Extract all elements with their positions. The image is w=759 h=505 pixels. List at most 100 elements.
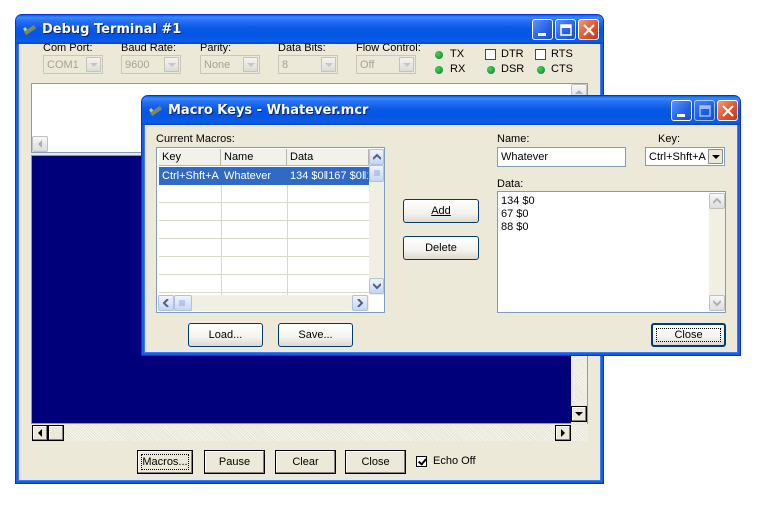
arrow-down-icon (713, 300, 721, 307)
flow-control-value: Off (360, 59, 375, 71)
parity-value: None (204, 59, 231, 71)
macro-close-window-button[interactable] (717, 100, 738, 121)
macro-data-textarea[interactable]: 134 $0 67 $0 88 $0 (497, 191, 726, 313)
maximize-icon (699, 105, 711, 117)
close-icon (583, 24, 595, 36)
macro-list-header-name[interactable]: Name (221, 149, 287, 166)
grip-icon (179, 300, 185, 306)
receive-scroll-right-button[interactable] (555, 425, 571, 441)
rts-label: RTS (551, 48, 573, 60)
macro-list-scroll-right-button[interactable] (352, 295, 368, 311)
echo-off-checkbox[interactable] (416, 456, 427, 467)
macro-close-button[interactable]: Close (651, 323, 726, 347)
macro-minimize-button[interactable] (671, 100, 692, 121)
data-bits-value: 8 (282, 59, 289, 71)
close-window-button[interactable] (578, 19, 599, 40)
flow-control-select: Off (356, 55, 416, 74)
data-scroll-up-button[interactable] (709, 193, 725, 209)
baud-rate-value: 9600 (125, 59, 150, 71)
key-label: Key: (658, 133, 681, 145)
chevron-down-icon (708, 149, 723, 164)
macro-list[interactable]: Key Name Data Ctrl+Shft+A Whatever 134 $… (156, 147, 385, 313)
data-line: 88 $0 (501, 221, 529, 233)
rx-led-icon (435, 66, 443, 74)
pause-button[interactable]: Pause (204, 450, 265, 474)
macro-list-scroll-thumb[interactable] (369, 165, 384, 182)
data-bits-label: Data Bits: (278, 42, 326, 54)
baud-rate-select: 9600 (121, 55, 181, 74)
delete-macro-button[interactable]: Delete (403, 236, 479, 260)
data-bits-select: 8 (278, 55, 338, 74)
maximize-icon (560, 24, 572, 36)
cts-label: CTS (551, 63, 573, 75)
grip-icon (374, 170, 380, 176)
flow-control-label: Flow Control: (356, 42, 421, 54)
macro-list-header-data[interactable]: Data (287, 149, 369, 166)
column-data-label: Data (290, 151, 314, 163)
arrow-down-icon (575, 412, 583, 416)
save-macros-button[interactable]: Save... (278, 323, 353, 347)
close-icon (722, 105, 734, 117)
row-data-cell: 134 $0‖167 $0‖188 (290, 170, 368, 182)
macro-list-header-key[interactable]: Key (159, 149, 221, 166)
macro-list-scroll-down-button[interactable] (369, 278, 384, 294)
parity-label: Parity: (200, 42, 232, 54)
transmit-scroll-left-button[interactable] (32, 136, 48, 152)
macro-keys-title: Macro Keys - Whatever.mcr (168, 103, 369, 118)
receive-horizontal-scrollbar[interactable] (32, 425, 588, 441)
column-name-label: Name (224, 151, 254, 163)
arrow-down-icon (373, 283, 381, 290)
parallax-chip-icon (149, 105, 163, 116)
debug-terminal-titlebar[interactable]: Debug Terminal #1 (16, 15, 603, 44)
data-line: 67 $0 (501, 208, 529, 220)
grid-lines (159, 185, 369, 295)
debug-terminal-title: Debug Terminal #1 (42, 22, 182, 37)
macro-key-select[interactable]: Ctrl+Shft+A (645, 147, 725, 166)
clear-button[interactable]: Clear (275, 450, 336, 474)
receive-scroll-down-button[interactable] (571, 406, 587, 422)
macro-list-scroll-up-button[interactable] (369, 149, 384, 165)
dtr-checkbox[interactable] (485, 49, 496, 60)
receive-scroll-left-button[interactable] (32, 425, 48, 441)
data-vscrollbar[interactable] (709, 193, 725, 311)
macro-name-value: Whatever (501, 151, 549, 163)
minimize-icon (538, 33, 546, 36)
macro-keys-titlebar[interactable]: Macro Keys - Whatever.mcr (142, 96, 740, 125)
tx-label: TX (450, 48, 465, 60)
com-port-select: COM1 (43, 55, 103, 74)
receive-scroll-thumb[interactable] (48, 425, 64, 441)
parallax-chip-icon (23, 24, 37, 35)
data-line: 134 $0 (501, 195, 535, 207)
macros-button[interactable]: Macros... (137, 450, 193, 474)
table-row[interactable]: Ctrl+Shft+A Whatever 134 $0‖167 $0‖188 (159, 167, 369, 185)
data-scroll-down-button[interactable] (709, 295, 725, 311)
minimize-button[interactable] (532, 19, 553, 40)
macro-list-scroll-left-button[interactable] (158, 295, 174, 311)
load-macros-button[interactable]: Load... (188, 323, 263, 347)
macro-name-input[interactable]: Whatever (497, 147, 626, 167)
grid-col-divider (287, 185, 288, 295)
baud-rate-label: Baud Rate: (121, 42, 177, 54)
chevron-down-icon (399, 57, 414, 72)
close-button[interactable]: Close (345, 450, 406, 474)
macro-key-value: Ctrl+Shft+A (649, 151, 706, 163)
parity-select: None (200, 55, 260, 74)
chevron-down-icon (321, 57, 336, 72)
chevron-down-icon (243, 57, 258, 72)
add-macro-button[interactable]: Add (403, 199, 479, 223)
name-label: Name: (497, 133, 530, 145)
macro-list-hscroll-thumb[interactable] (174, 295, 192, 311)
current-macros-label: Current Macros: (156, 133, 235, 145)
row-name-cell: Whatever (224, 170, 272, 182)
rts-checkbox[interactable] (535, 49, 546, 60)
maximize-button[interactable] (555, 19, 576, 40)
macro-maximize-button[interactable] (694, 100, 715, 121)
arrow-left-icon (38, 429, 42, 437)
grid-col-divider (221, 185, 222, 295)
dtr-label: DTR (501, 48, 524, 60)
minimize-icon (677, 114, 685, 117)
dsr-label: DSR (501, 63, 525, 75)
rx-label: RX (450, 63, 466, 75)
com-port-value: COM1 (47, 59, 79, 71)
arrow-up-icon (713, 197, 721, 204)
